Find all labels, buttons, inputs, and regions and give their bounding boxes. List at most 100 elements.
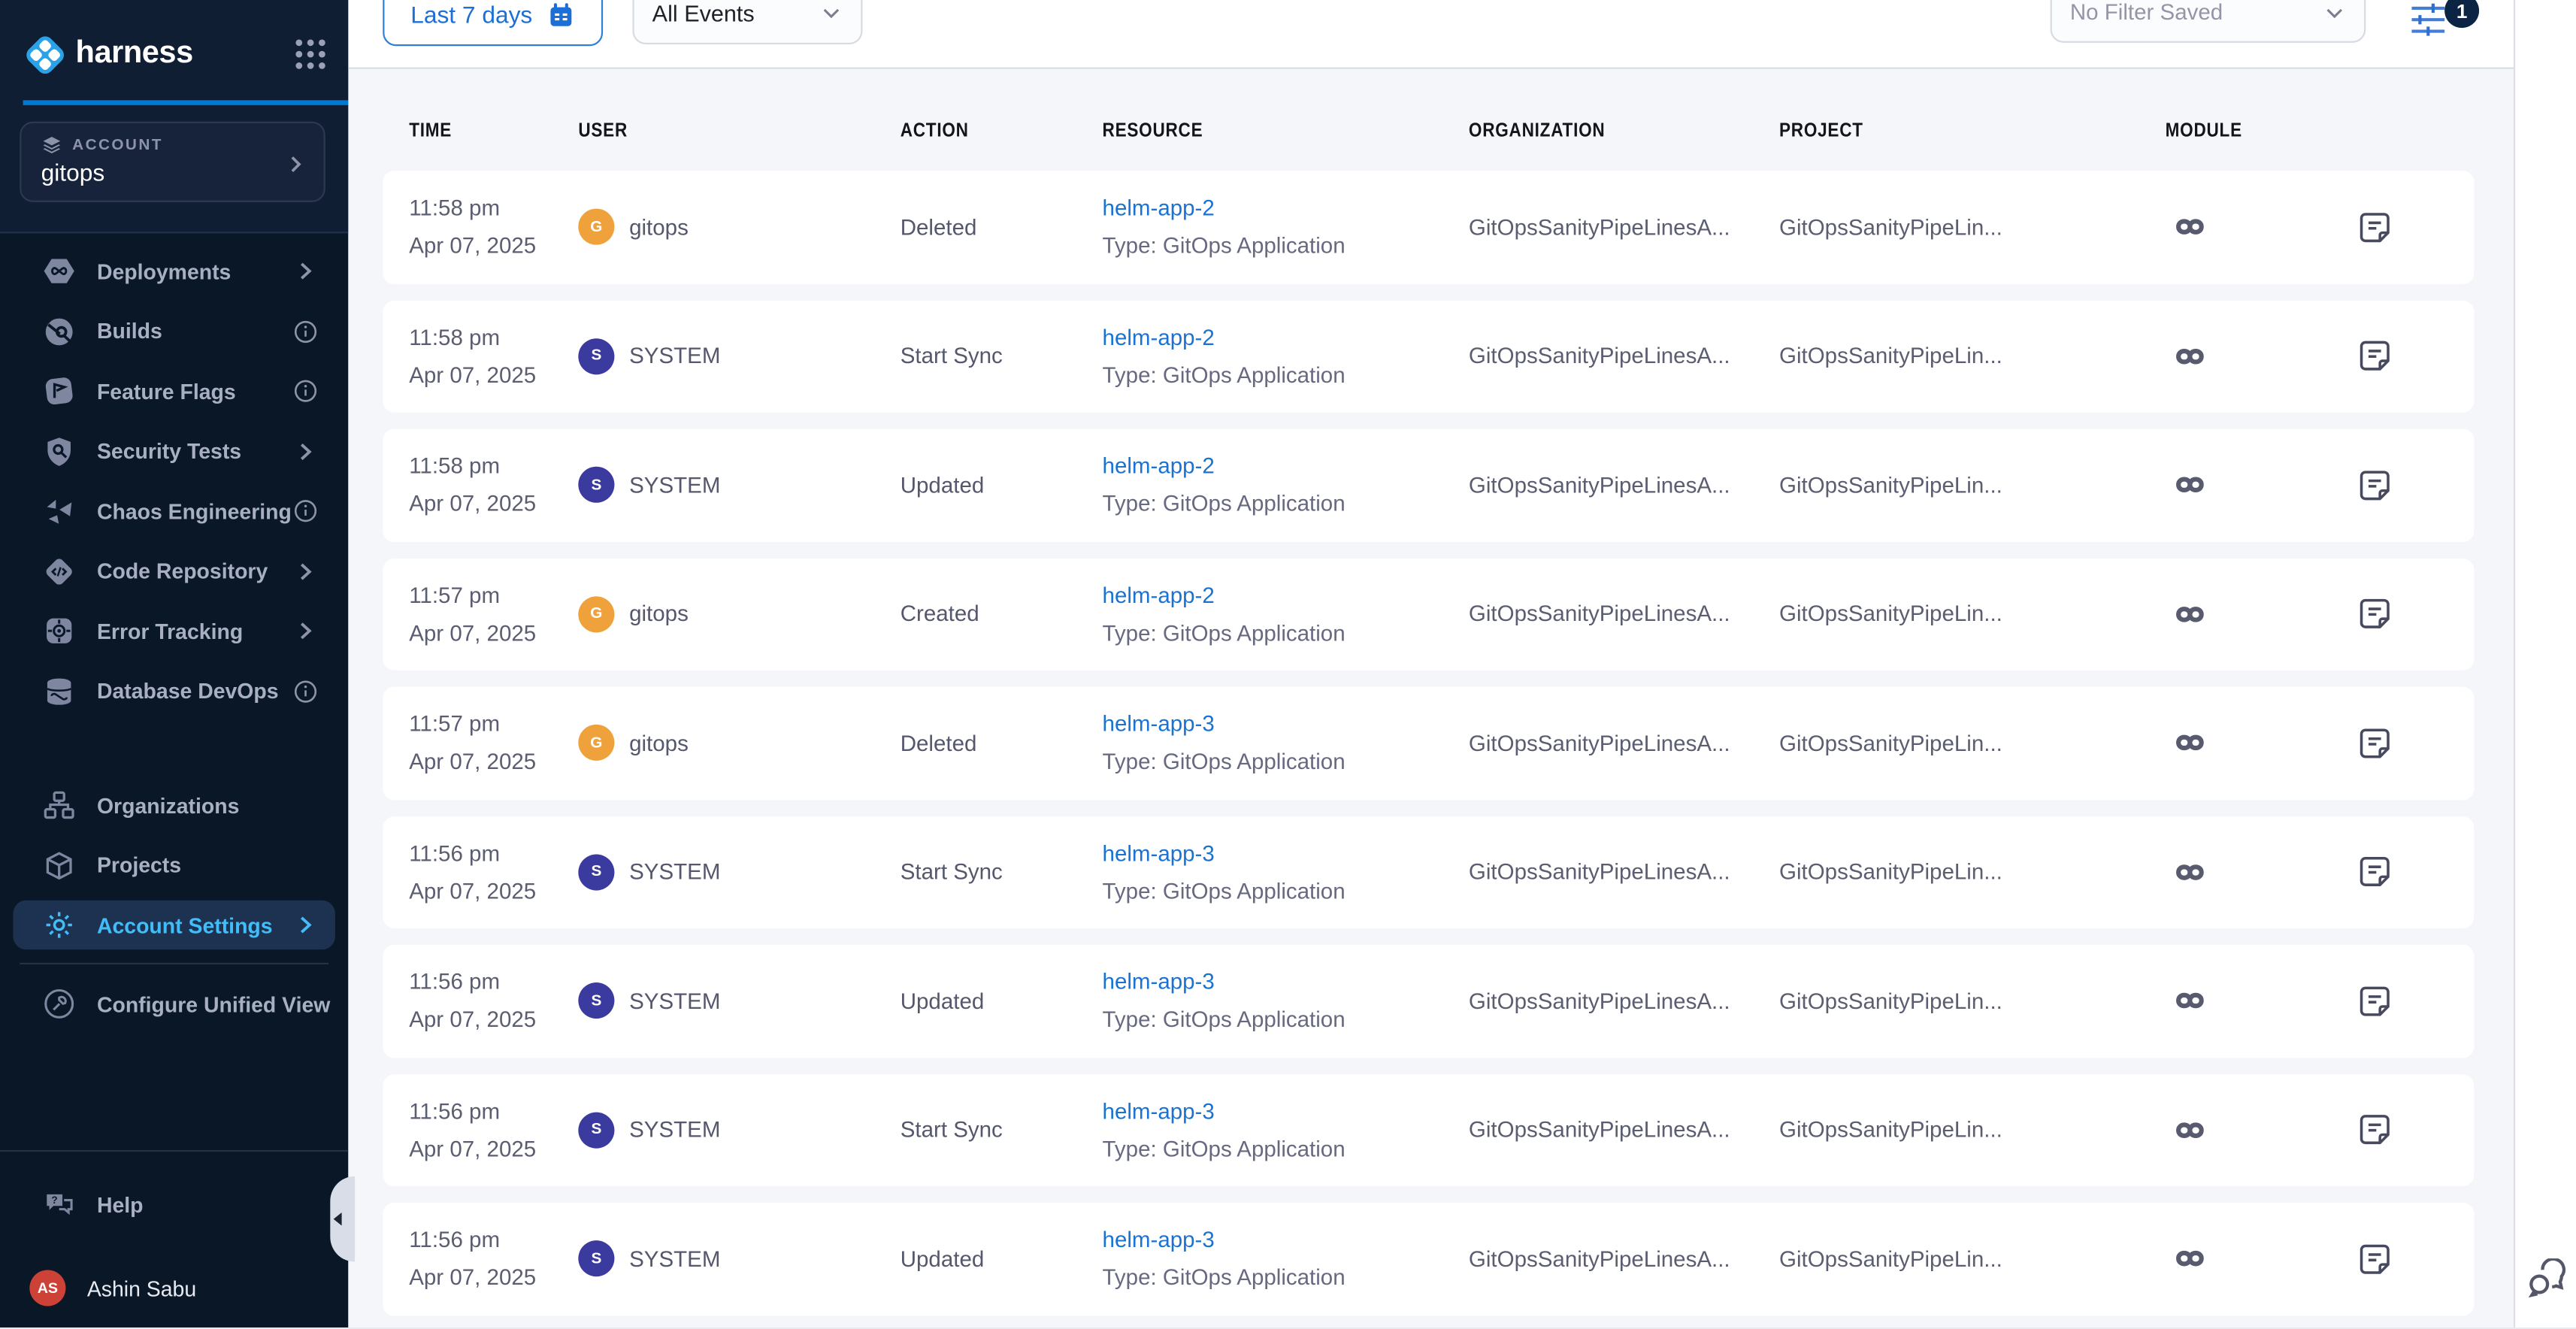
gitops-module-icon xyxy=(2166,467,2358,503)
event-time: 11:56 pm xyxy=(409,1228,578,1252)
note-icon[interactable] xyxy=(2357,1113,2447,1147)
audit-row[interactable]: 11:56 pm Apr 07, 2025 S SYSTEM Start Syn… xyxy=(383,1073,2474,1186)
table-header: TIME USER ACTION RESOURCE ORGANIZATION P… xyxy=(409,118,2514,141)
note-icon[interactable] xyxy=(2357,1242,2447,1276)
info-icon xyxy=(292,378,319,404)
collapse-arrow-icon xyxy=(334,1212,342,1225)
audit-row[interactable]: 11:56 pm Apr 07, 2025 S SYSTEM Start Syn… xyxy=(383,816,2474,928)
audit-row[interactable]: 11:58 pm Apr 07, 2025 S SYSTEM Updated h… xyxy=(383,428,2474,541)
event-type-dropdown[interactable]: All Events xyxy=(632,0,862,44)
resource-link[interactable]: helm-app-3 xyxy=(1103,840,1469,865)
sidebar-item-security-tests[interactable]: Security Tests xyxy=(13,426,334,476)
resource-link[interactable]: helm-app-2 xyxy=(1103,325,1469,350)
event-date: Apr 07, 2025 xyxy=(409,1137,578,1161)
sidebar-item-account-settings[interactable]: Account Settings xyxy=(13,901,334,950)
user-avatar: S xyxy=(578,338,614,374)
resource-link[interactable]: helm-app-2 xyxy=(1103,583,1469,607)
feature-flags-icon xyxy=(43,374,76,407)
info-icon xyxy=(292,318,319,344)
event-time: 11:57 pm xyxy=(409,712,578,737)
calendar-icon xyxy=(547,2,575,29)
organization-name: GitOpsSanityPipeLinesA... xyxy=(1469,215,1756,240)
resource-link[interactable]: helm-app-2 xyxy=(1103,196,1469,221)
date-range-button[interactable]: Last 7 days xyxy=(383,0,603,46)
user-menu[interactable]: AS Ashin Sabu xyxy=(0,1264,348,1313)
sidebar-item-database-devops[interactable]: Database DevOps xyxy=(13,666,334,716)
event-date: Apr 07, 2025 xyxy=(409,234,578,259)
note-icon[interactable] xyxy=(2357,725,2447,760)
user-name: SYSTEM xyxy=(629,860,720,885)
sidebar-item-deployments[interactable]: Deployments xyxy=(13,247,334,296)
action-label: Updated xyxy=(901,473,1103,498)
gitops-module-icon xyxy=(2166,854,2358,890)
audit-row[interactable]: 11:56 pm Apr 07, 2025 S SYSTEM Updated h… xyxy=(383,1203,2474,1315)
sidebar-item-builds[interactable]: Builds xyxy=(13,307,334,356)
gitops-module-icon xyxy=(2166,209,2358,245)
sidebar-item-error-tracking[interactable]: Error Tracking xyxy=(13,606,334,655)
resource-type: Type: GitOps Application xyxy=(1103,749,1469,774)
action-label: Start Sync xyxy=(901,344,1103,368)
note-icon[interactable] xyxy=(2357,468,2447,502)
event-date: Apr 07, 2025 xyxy=(409,362,578,387)
code-repository-icon xyxy=(43,555,76,588)
filter-settings-button[interactable]: 1 xyxy=(2408,0,2481,43)
audit-row[interactable]: 11:57 pm Apr 07, 2025 G gitops Created h… xyxy=(383,558,2474,671)
event-type-value: All Events xyxy=(652,0,755,26)
note-icon[interactable] xyxy=(2357,339,2447,374)
audit-row[interactable]: 11:57 pm Apr 07, 2025 G gitops Deleted h… xyxy=(383,687,2474,800)
module-grid-icon[interactable] xyxy=(295,39,325,68)
chevron-right-icon xyxy=(292,437,319,464)
help-label: Help xyxy=(97,1192,144,1217)
support-chat-icon[interactable] xyxy=(2525,1258,2568,1301)
note-icon[interactable] xyxy=(2357,984,2447,1019)
resource-link[interactable]: helm-app-3 xyxy=(1103,970,1469,994)
sidebar-item-help[interactable]: ? Help xyxy=(13,1179,334,1229)
sidebar-item-projects[interactable]: Projects xyxy=(13,840,334,890)
chevron-right-icon xyxy=(292,558,319,584)
sidebar-item-label: Projects xyxy=(97,852,181,877)
user-avatar: G xyxy=(578,596,614,632)
organizations-icon xyxy=(43,789,76,822)
brand-wordmark: harness xyxy=(76,36,193,72)
action-label: Deleted xyxy=(901,731,1103,755)
organization-name: GitOpsSanityPipeLinesA... xyxy=(1469,1118,1756,1143)
column-header-module: MODULE xyxy=(2166,118,2331,141)
account-label: ACCOUNT xyxy=(72,136,163,154)
sidebar-item-configure-unified-view[interactable]: Configure Unified View xyxy=(13,979,334,1029)
user-name: SYSTEM xyxy=(629,473,720,498)
note-icon[interactable] xyxy=(2357,210,2447,244)
chevron-right-icon xyxy=(292,618,319,644)
sidebar-collapse-handle[interactable] xyxy=(330,1176,355,1262)
note-icon[interactable] xyxy=(2357,855,2447,889)
sidebar-item-code-repository[interactable]: Code Repository xyxy=(13,546,334,596)
harness-logo-icon[interactable] xyxy=(23,32,68,77)
svg-text:?: ? xyxy=(51,1194,57,1206)
resource-link[interactable]: helm-app-3 xyxy=(1103,1228,1469,1252)
resource-link[interactable]: helm-app-3 xyxy=(1103,712,1469,737)
audit-row[interactable]: 11:56 pm Apr 07, 2025 S SYSTEM Updated h… xyxy=(383,945,2474,1058)
note-icon[interactable] xyxy=(2357,597,2447,631)
event-date: Apr 07, 2025 xyxy=(409,749,578,774)
resource-link[interactable]: helm-app-2 xyxy=(1103,454,1469,479)
account-scope-selector[interactable]: ACCOUNT gitops xyxy=(20,122,325,202)
resource-type: Type: GitOps Application xyxy=(1103,492,1469,516)
event-date: Apr 07, 2025 xyxy=(409,1265,578,1290)
resource-type: Type: GitOps Application xyxy=(1103,1137,1469,1161)
saved-filter-dropdown[interactable]: No Filter Saved xyxy=(2051,0,2366,43)
resource-type: Type: GitOps Application xyxy=(1103,362,1469,387)
sidebar-item-chaos-engineering[interactable]: Chaos Engineering xyxy=(13,486,334,536)
chevron-down-icon xyxy=(820,1,843,24)
audit-row[interactable]: 11:58 pm Apr 07, 2025 S SYSTEM Start Syn… xyxy=(383,300,2474,413)
audit-row[interactable]: 11:58 pm Apr 07, 2025 G gitops Deleted h… xyxy=(383,171,2474,283)
organization-name: GitOpsSanityPipeLinesA... xyxy=(1469,860,1756,885)
sidebar-item-organizations[interactable]: Organizations xyxy=(13,780,334,830)
sidebar-item-feature-flags[interactable]: Feature Flags xyxy=(13,366,334,416)
event-date: Apr 07, 2025 xyxy=(409,492,578,516)
event-date: Apr 07, 2025 xyxy=(409,879,578,904)
event-date: Apr 07, 2025 xyxy=(409,1007,578,1032)
help-chat-icon: ? xyxy=(43,1188,76,1221)
project-name: GitOpsSanityPipeLin... xyxy=(1779,988,2066,1013)
user-avatar: S xyxy=(578,467,614,503)
resource-link[interactable]: helm-app-3 xyxy=(1103,1099,1469,1124)
user-name: SYSTEM xyxy=(629,1246,720,1271)
